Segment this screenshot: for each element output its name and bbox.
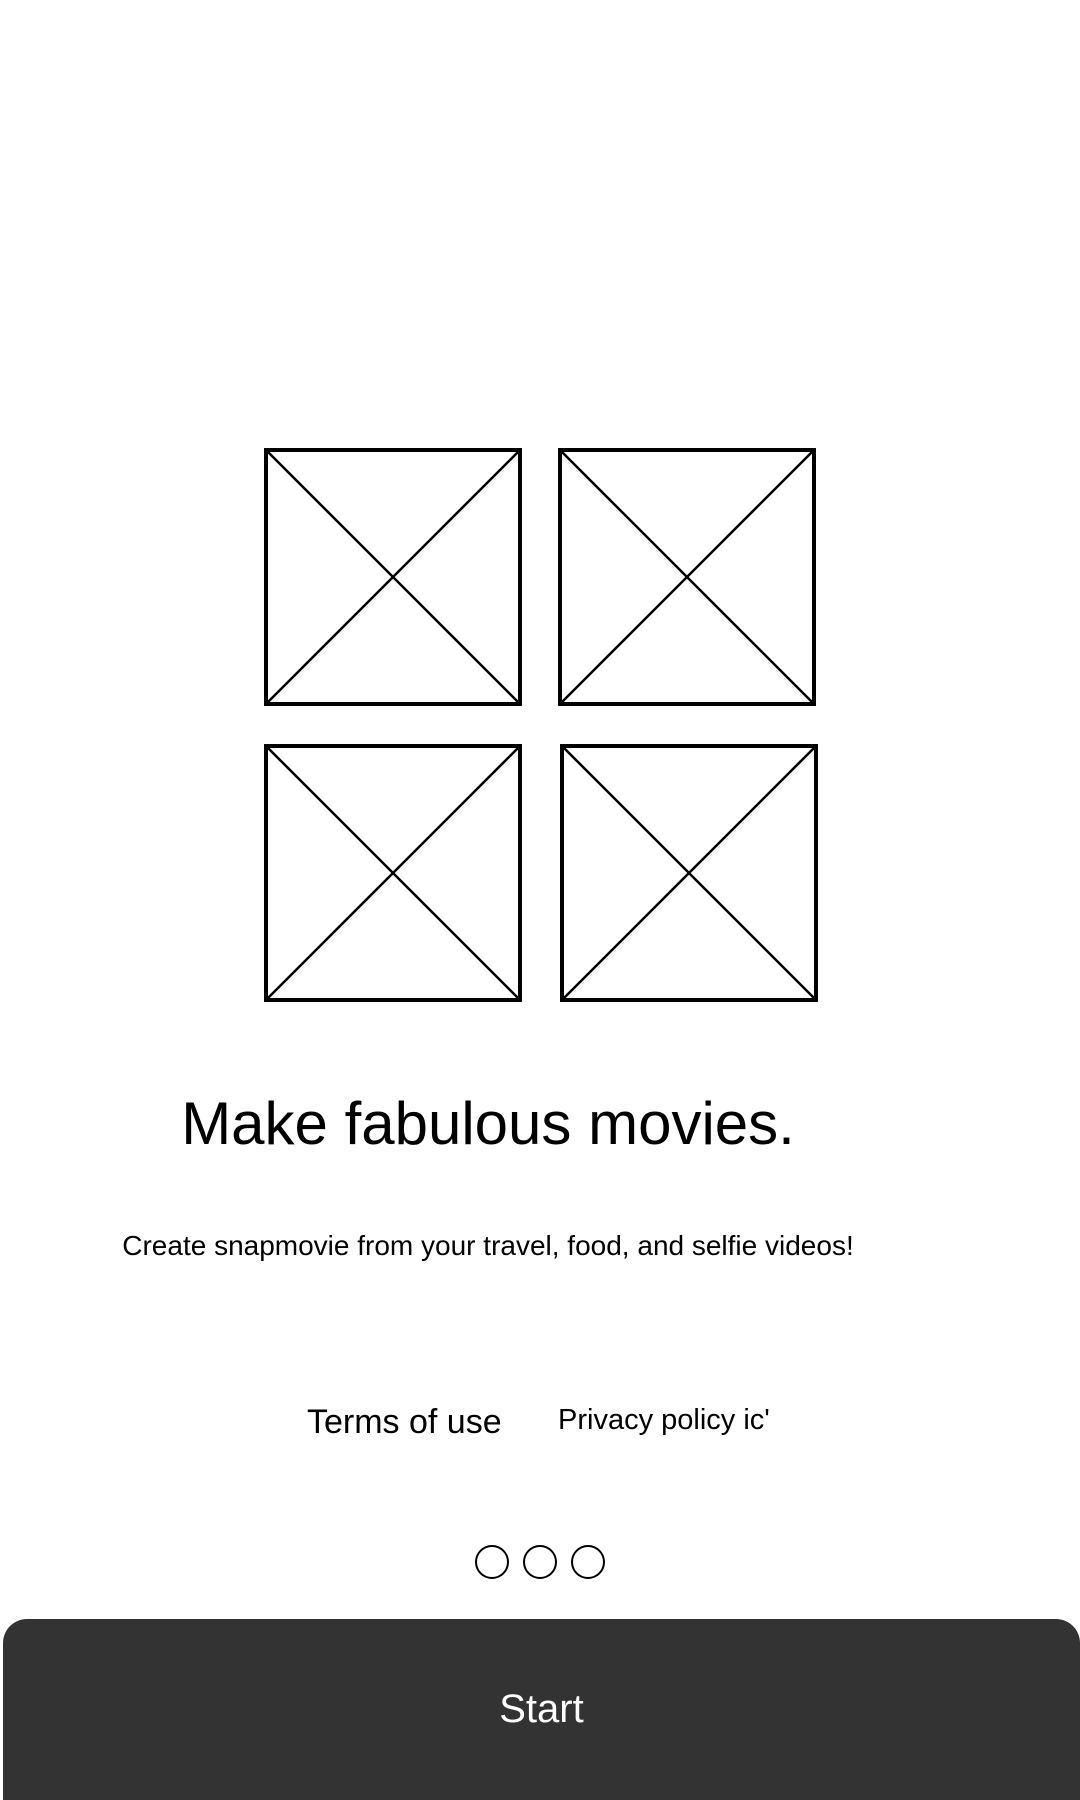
image-placeholder-1 [264,448,522,706]
image-placeholder-2 [558,448,816,706]
subtitle: Create snapmovie from your travel, food,… [122,1230,854,1261]
page-indicator [475,1545,605,1579]
image-placeholder-icon [560,744,818,1002]
privacy-policy-link[interactable]: Privacy policy ic' [558,1401,770,1439]
terms-of-use-link[interactable]: Terms of use [307,1400,502,1444]
image-placeholder-3 [264,744,522,1002]
headline: Make fabulous movies. [181,1090,795,1157]
image-placeholder-4 [560,744,818,1002]
start-button[interactable]: Start [3,1619,1080,1800]
image-placeholder-icon [264,744,522,1002]
page-dot-1[interactable] [475,1545,509,1579]
page-dot-2[interactable] [523,1545,557,1579]
image-placeholder-icon [558,448,816,706]
image-placeholder-icon [264,448,522,706]
page-dot-3[interactable] [571,1545,605,1579]
